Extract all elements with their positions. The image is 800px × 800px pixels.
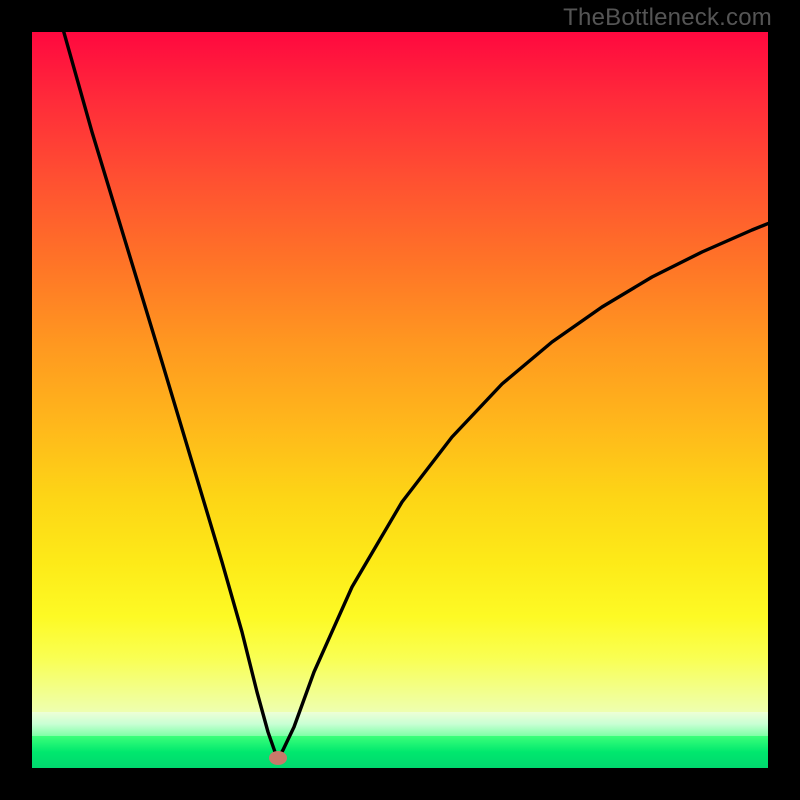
watermark-text: TheBottleneck.com bbox=[563, 4, 772, 32]
optimal-point-marker bbox=[269, 751, 287, 765]
bottleneck-curve-svg bbox=[32, 32, 768, 768]
chart-plot-area bbox=[32, 32, 768, 768]
bottleneck-curve-path bbox=[61, 32, 768, 759]
